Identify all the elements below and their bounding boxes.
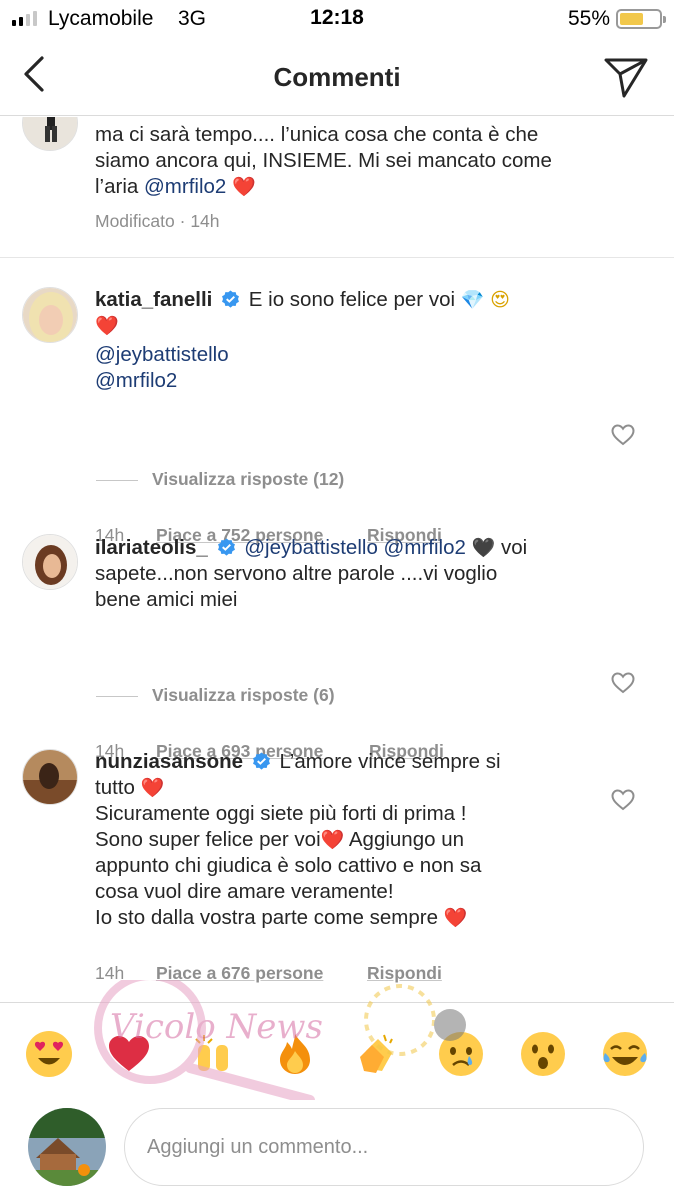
- battery-percent: 55%: [567, 7, 610, 30]
- gem-emoji: 💎: [460, 289, 485, 311]
- verified-badge-icon: [222, 290, 240, 308]
- likes-link[interactable]: Piace a 676 persone: [156, 963, 323, 984]
- like-comment-button[interactable]: [610, 670, 636, 696]
- mention-link[interactable]: @mrfilo2: [95, 369, 177, 392]
- avatar-photo: [23, 117, 77, 150]
- username[interactable]: nunziasansone: [95, 750, 243, 773]
- comment-item: ilariateolis_ @jeybattistello @mrfilo2 🖤…: [0, 530, 674, 761]
- heart-eyes-icon: [27, 1032, 71, 1076]
- battery-icon: [616, 9, 666, 29]
- paper-plane-icon: [604, 58, 648, 98]
- comment-meta: Modificato · 14h: [95, 211, 220, 231]
- heart-outline-icon: [611, 672, 635, 694]
- comment-time: 14h: [190, 211, 220, 231]
- black-heart-emoji: 🖤: [471, 537, 496, 559]
- add-comment-input[interactable]: Aggiungi un commento...: [124, 1108, 644, 1186]
- like-comment-button[interactable]: [610, 422, 636, 448]
- heart-outline-icon: [611, 789, 635, 811]
- verified-badge-icon: [252, 752, 270, 770]
- comment-time: 14h: [95, 963, 125, 983]
- avatar[interactable]: [22, 117, 78, 151]
- mention-link[interactable]: @mrfilo2: [144, 175, 226, 198]
- comments-header: Commenti: [0, 38, 674, 116]
- surprised-face-emoji-button[interactable]: [520, 1031, 566, 1077]
- comment-text: ma ci sarà tempo.... l’unica cosa che co…: [95, 123, 552, 198]
- heart-outline-icon: [611, 424, 635, 446]
- mention-link[interactable]: @mrfilo2: [384, 536, 466, 559]
- tears-of-joy-icon: [603, 1032, 647, 1076]
- heart-emoji: ❤️: [140, 777, 165, 799]
- avatar-photo: [28, 1108, 106, 1186]
- like-comment-button[interactable]: [610, 787, 636, 813]
- page-title: Commenti: [273, 62, 401, 92]
- clapping-hands-emoji-button[interactable]: [354, 1031, 400, 1077]
- view-replies-button[interactable]: Visualizza risposte (12): [96, 469, 344, 490]
- current-user-avatar: [28, 1108, 106, 1186]
- heart-eyes-emoji-button[interactable]: [26, 1031, 72, 1077]
- view-replies-button[interactable]: Visualizza risposte (6): [96, 685, 335, 706]
- clapping-hands-icon: [360, 1034, 393, 1073]
- heart-eyes-emoji: 😍: [490, 289, 510, 311]
- red-heart-icon: [109, 1036, 149, 1071]
- crying-face-icon: [439, 1032, 483, 1076]
- direct-share-button[interactable]: [602, 52, 650, 100]
- heart-emoji: ❤️: [232, 176, 256, 198]
- avatar-photo: [23, 750, 77, 804]
- username[interactable]: katia_fanelli: [95, 288, 212, 311]
- comment-text: katia_fanelli E io sono felice per voi 💎…: [95, 288, 510, 392]
- mention-link[interactable]: @jeybattistello: [244, 536, 378, 559]
- surprised-face-icon: [521, 1032, 565, 1076]
- mention-link[interactable]: @jeybattistello: [95, 343, 229, 366]
- avatar[interactable]: [22, 287, 78, 343]
- comment-text: nunziasansone L’amore vince sempre si tu…: [95, 750, 501, 929]
- avatar[interactable]: [22, 534, 78, 590]
- username[interactable]: ilariateolis_: [95, 536, 208, 559]
- heart-emoji: ❤️: [95, 315, 119, 337]
- comment-item: ma ci sarà tempo.... l’unica cosa che co…: [0, 117, 674, 257]
- reply-button[interactable]: Rispondi: [367, 963, 442, 984]
- edited-label: Modificato: [95, 211, 175, 231]
- fire-icon: [280, 1034, 310, 1074]
- raised-hands-emoji-button[interactable]: [190, 1031, 236, 1077]
- red-heart-emoji-button[interactable]: [106, 1031, 152, 1077]
- raised-hands-icon: [195, 1035, 228, 1071]
- comments-list[interactable]: ma ci sarà tempo.... l’unica cosa che co…: [0, 117, 674, 1002]
- divider: [0, 257, 674, 258]
- avatar-photo: [23, 288, 77, 342]
- tears-of-joy-emoji-button[interactable]: [602, 1031, 648, 1077]
- status-bar: Lycamobile 3G 12:18 55%: [0, 0, 674, 38]
- crying-face-emoji-button[interactable]: [438, 1031, 484, 1077]
- fire-emoji-button[interactable]: [272, 1031, 318, 1077]
- heart-emoji: ❤️: [320, 829, 345, 851]
- avatar-photo: [23, 535, 77, 589]
- comment-meta: 14h Piace a 676 persone Rispondi: [95, 963, 442, 984]
- comment-text: ilariateolis_ @jeybattistello @mrfilo2 🖤…: [95, 536, 528, 611]
- comment-composer: Aggiungi un commento...: [0, 1100, 674, 1200]
- heart-emoji: ❤️: [443, 907, 468, 929]
- avatar[interactable]: [22, 749, 78, 805]
- emoji-quick-bar: [0, 1002, 674, 1100]
- verified-badge-icon: [217, 538, 235, 556]
- comment-item: nunziasansone L’amore vince sempre si tu…: [0, 749, 674, 999]
